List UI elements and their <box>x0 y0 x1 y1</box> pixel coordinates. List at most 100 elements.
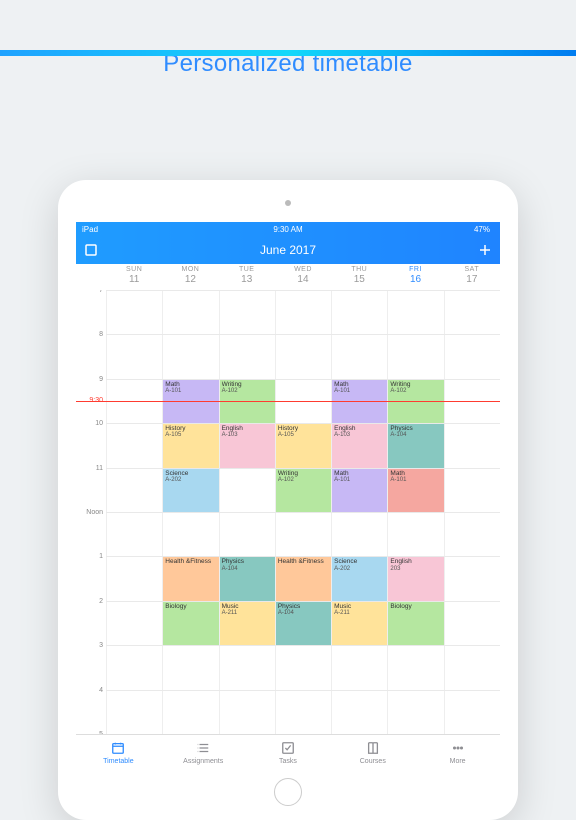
app-header: June 2017 <box>76 236 500 264</box>
weekday-col-fri[interactable]: FRI16 <box>387 264 443 290</box>
hour-gridline <box>106 601 500 602</box>
tab-label: Courses <box>360 758 386 765</box>
hour-label: 4 <box>76 687 106 694</box>
event-title: Writing <box>390 381 441 388</box>
hour-label: 9 <box>76 376 106 383</box>
tab-timetable[interactable]: Timetable <box>76 735 161 770</box>
weekday-col-tue[interactable]: TUE13 <box>219 264 275 290</box>
weekday-col-mon[interactable]: MON12 <box>162 264 218 290</box>
tab-label: Assignments <box>183 758 223 765</box>
event-title: Science <box>165 470 216 477</box>
hour-gridline <box>106 556 500 557</box>
hour-gridline <box>106 645 500 646</box>
event-room: A-102 <box>278 477 329 484</box>
event-room: 203 <box>390 566 441 573</box>
event-room: A-102 <box>390 388 441 395</box>
event-room: A-104 <box>390 432 441 439</box>
event-block[interactable]: EnglishA-103 <box>332 423 387 467</box>
event-title: Physics <box>278 603 329 610</box>
event-room: A-101 <box>334 477 385 484</box>
event-title: Health &Fitness <box>278 558 329 565</box>
event-title: Math <box>390 470 441 477</box>
event-title: Biology <box>165 603 216 610</box>
hour-label: 1 <box>76 553 106 560</box>
event-block[interactable]: ScienceA-202 <box>163 468 218 512</box>
event-room: A-211 <box>334 610 385 617</box>
weekday-name: FRI <box>387 266 443 273</box>
weekday-col-sun[interactable]: SUN11 <box>106 264 162 290</box>
tab-courses[interactable]: Courses <box>330 735 415 770</box>
weekday-number: 14 <box>275 274 331 285</box>
weekday-number: 15 <box>331 274 387 285</box>
weekday-name: SUN <box>106 266 162 273</box>
weekday-number: 13 <box>219 274 275 285</box>
tab-tasks[interactable]: Tasks <box>246 735 331 770</box>
event-block[interactable]: Health &Fitness <box>276 556 331 600</box>
weekday-number: 12 <box>162 274 218 285</box>
tab-more[interactable]: More <box>415 735 500 770</box>
hour-label: 3 <box>76 642 106 649</box>
event-room: A-103 <box>334 432 385 439</box>
hour-gridline <box>106 290 500 291</box>
weekday-name: THU <box>331 266 387 273</box>
event-title: Math <box>165 381 216 388</box>
hour-gridline <box>106 512 500 513</box>
event-block[interactable]: HistoryA-105 <box>276 423 331 467</box>
more-icon <box>451 741 465 757</box>
event-room: A-105 <box>165 432 216 439</box>
event-block[interactable]: MathA-101 <box>332 468 387 512</box>
hour-label: 7 <box>76 290 106 294</box>
event-block[interactable]: Health &Fitness <box>163 556 218 600</box>
hour-gridline <box>106 379 500 380</box>
event-room: A-102 <box>222 388 273 395</box>
event-room: A-211 <box>222 610 273 617</box>
event-title: English <box>334 425 385 432</box>
event-block[interactable]: MusicA-211 <box>220 601 275 645</box>
hero-gradient-bar <box>0 50 576 56</box>
hour-gridline <box>106 690 500 691</box>
weekday-col-sat[interactable]: SAT17 <box>444 264 500 290</box>
weekday-col-wed[interactable]: WED14 <box>275 264 331 290</box>
event-block[interactable]: PhysicsA-104 <box>220 556 275 600</box>
event-title: Math <box>334 470 385 477</box>
tab-assignments[interactable]: Assignments <box>161 735 246 770</box>
tab-label: More <box>450 758 466 765</box>
event-room: A-104 <box>278 610 329 617</box>
hour-label: 10 <box>76 420 106 427</box>
event-title: Math <box>334 381 385 388</box>
event-room: A-104 <box>222 566 273 573</box>
event-block[interactable]: HistoryA-105 <box>163 423 218 467</box>
event-room: A-105 <box>278 432 329 439</box>
event-room: A-101 <box>334 388 385 395</box>
event-room: A-202 <box>165 477 216 484</box>
timetable-grid[interactable]: 7891011Noon12345 MathA-101HistoryA-105Sc… <box>76 290 500 734</box>
header-title[interactable]: June 2017 <box>260 243 316 257</box>
event-block[interactable]: PhysicsA-104 <box>276 601 331 645</box>
event-title: Writing <box>222 381 273 388</box>
event-block[interactable]: WritingA-102 <box>276 468 331 512</box>
event-room: A-101 <box>390 477 441 484</box>
event-title: History <box>278 425 329 432</box>
event-block[interactable]: English203 <box>388 556 443 600</box>
event-block[interactable]: MusicA-211 <box>332 601 387 645</box>
weekday-name: SAT <box>444 266 500 273</box>
event-block[interactable]: PhysicsA-104 <box>388 423 443 467</box>
event-block[interactable]: Biology <box>163 601 218 645</box>
plus-icon[interactable] <box>478 243 492 257</box>
current-time-line <box>76 401 500 402</box>
event-title: English <box>222 425 273 432</box>
event-room: A-202 <box>334 566 385 573</box>
event-title: Writing <box>278 470 329 477</box>
weekday-col-thu[interactable]: THU15 <box>331 264 387 290</box>
hour-gridline <box>106 423 500 424</box>
event-block[interactable]: MathA-101 <box>388 468 443 512</box>
event-title: Music <box>222 603 273 610</box>
event-block[interactable]: EnglishA-103 <box>220 423 275 467</box>
event-block[interactable]: Biology <box>388 601 443 645</box>
event-room: A-103 <box>222 432 273 439</box>
weekday-number: 17 <box>444 274 500 285</box>
event-block[interactable]: ScienceA-202 <box>332 556 387 600</box>
ipad-device-frame: iPad 9:30 AM 47% June 2017 <box>58 180 518 820</box>
check-icon <box>281 741 295 757</box>
square-icon[interactable] <box>84 243 98 257</box>
